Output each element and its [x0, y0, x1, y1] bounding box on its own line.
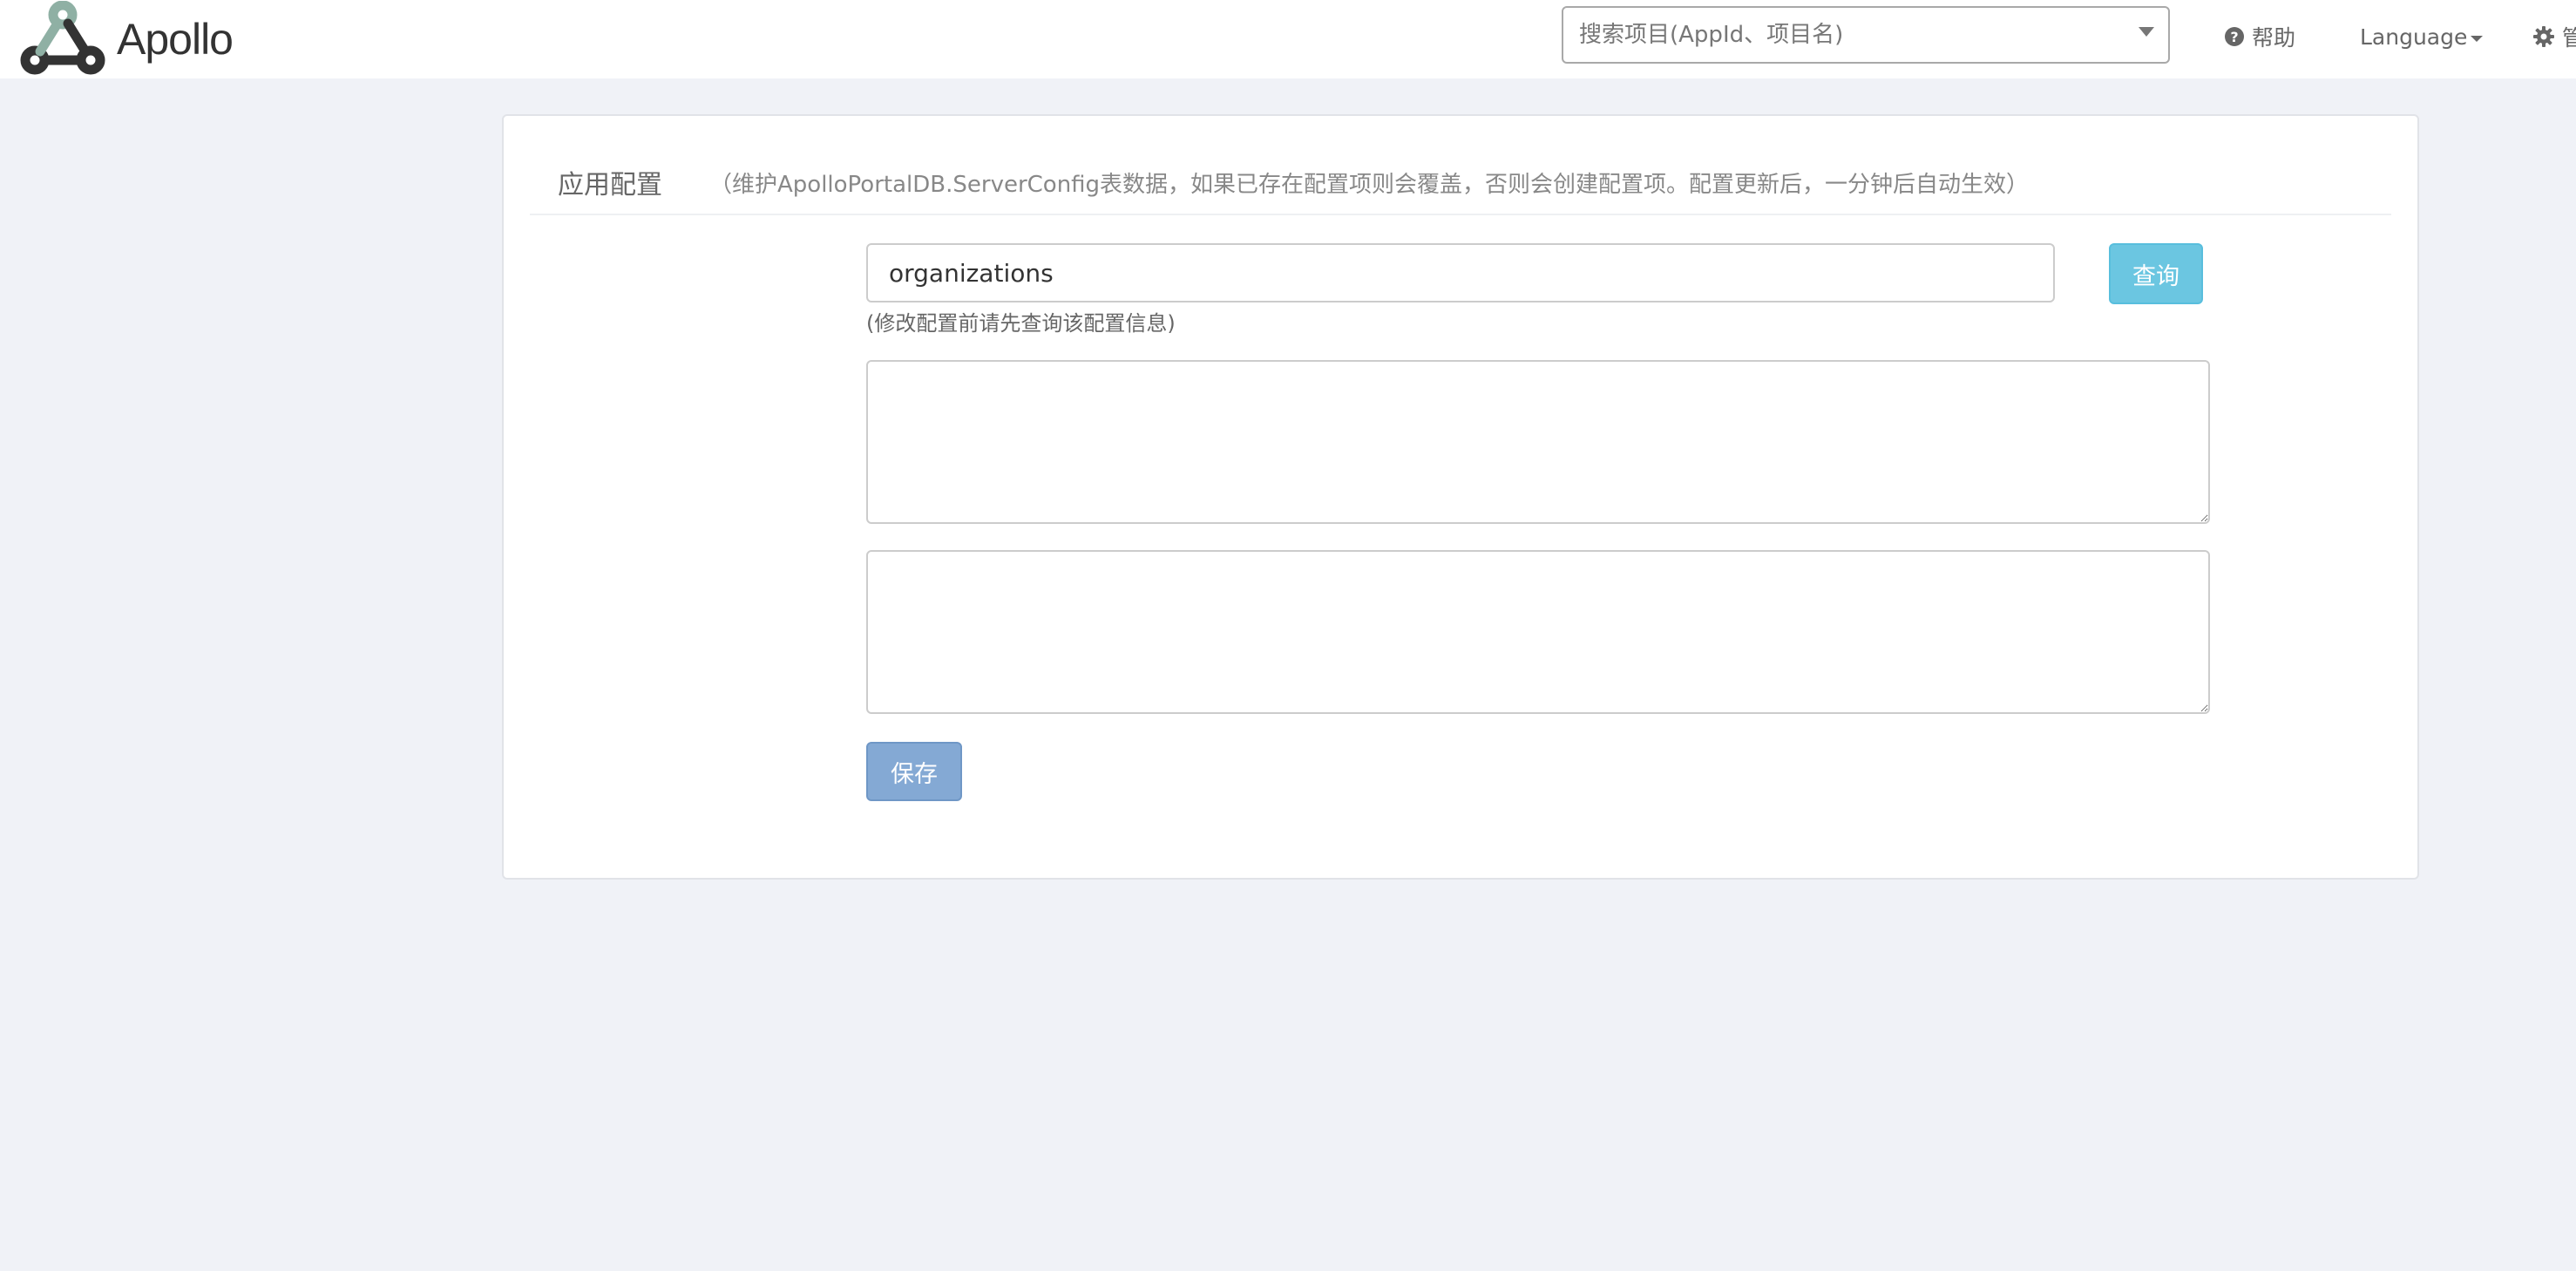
language-dropdown[interactable]: Language: [2360, 0, 2484, 73]
key-help-text: (修改配置前请先查询该配置信息): [866, 311, 1176, 336]
apollo-logo-icon: [20, 1, 105, 75]
panel-title: 应用配置: [558, 170, 662, 201]
help-link[interactable]: ? 帮助: [2224, 0, 2295, 73]
admin-menu[interactable]: 管: [2532, 0, 2576, 73]
apollo-logo[interactable]: Apollo: [19, 0, 234, 78]
key-input[interactable]: [866, 243, 2055, 302]
admin-label: 管: [2562, 25, 2576, 51]
save-button[interactable]: 保存: [866, 742, 962, 801]
value-textarea[interactable]: [866, 360, 2210, 524]
logo-text: Apollo: [117, 15, 234, 64]
query-button[interactable]: 查询: [2109, 243, 2203, 304]
question-circle-icon: ?: [2224, 26, 2245, 47]
search-input[interactable]: [1563, 8, 2121, 62]
gear-icon: [2532, 25, 2555, 48]
caret-down-icon: [2471, 35, 2484, 42]
help-label: 帮助: [2252, 25, 2296, 51]
svg-text:?: ?: [2230, 29, 2238, 45]
comment-textarea[interactable]: [866, 550, 2210, 714]
caret-down-icon[interactable]: [2139, 27, 2154, 37]
top-navbar: Apollo ? 帮助 Language: [0, 0, 2576, 78]
app-config-panel: 应用配置 （维护ApolloPortalDB.ServerConfig表数据，如…: [502, 114, 2419, 880]
panel-subtitle: （维护ApolloPortalDB.ServerConfig表数据，如果已存在配…: [709, 172, 2030, 198]
panel-header: 应用配置 （维护ApolloPortalDB.ServerConfig表数据，如…: [530, 163, 2391, 215]
project-search-select[interactable]: [1562, 6, 2170, 64]
language-label: Language: [2360, 24, 2468, 50]
